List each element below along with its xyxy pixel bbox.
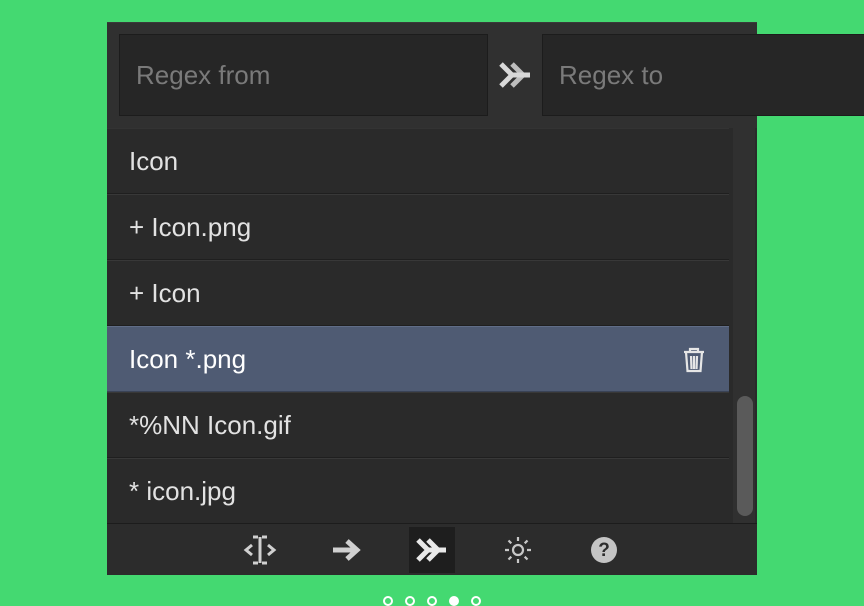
regex-panel: Icon + Icon.png + Icon Icon *.png *%NN Icon… (107, 22, 757, 575)
help-icon[interactable]: ? (581, 527, 627, 573)
list-item[interactable]: *%NN Icon.gif (107, 392, 729, 458)
list-item[interactable]: + Icon.png (107, 194, 729, 260)
list-item-label: + Icon (129, 278, 201, 309)
trash-icon[interactable] (679, 344, 709, 374)
pattern-list[interactable]: Icon + Icon.png + Icon Icon *.png *%NN Icon… (107, 128, 729, 523)
regex-to-input[interactable] (542, 34, 864, 116)
list-item-label: + Icon.png (129, 212, 251, 243)
pattern-list-wrap: Icon + Icon.png + Icon Icon *.png *%NN Icon… (107, 128, 757, 523)
bottom-toolbar: ? (107, 523, 757, 575)
svg-text:?: ? (598, 540, 610, 561)
regex-from-input[interactable] (119, 34, 488, 116)
scrollbar-thumb[interactable] (737, 396, 753, 516)
list-item[interactable]: Icon (107, 128, 729, 194)
gear-icon[interactable] (495, 527, 541, 573)
inputs-row (107, 22, 757, 128)
list-item-label: * icon.jpg (129, 476, 236, 507)
list-item-label: *%NN Icon.gif (129, 410, 291, 441)
text-cursor-icon[interactable] (237, 527, 283, 573)
scrollbar-track[interactable] (733, 128, 755, 523)
list-item-label: Icon *.png (129, 344, 246, 375)
list-item-label: Icon (129, 146, 178, 177)
double-arrow-right-icon[interactable] (409, 527, 455, 573)
list-item[interactable]: * icon.jpg (107, 458, 729, 523)
double-arrow-right-icon (498, 51, 532, 99)
list-item[interactable]: + Icon (107, 260, 729, 326)
arrow-right-icon[interactable] (323, 527, 369, 573)
list-item[interactable]: Icon *.png (107, 326, 729, 392)
